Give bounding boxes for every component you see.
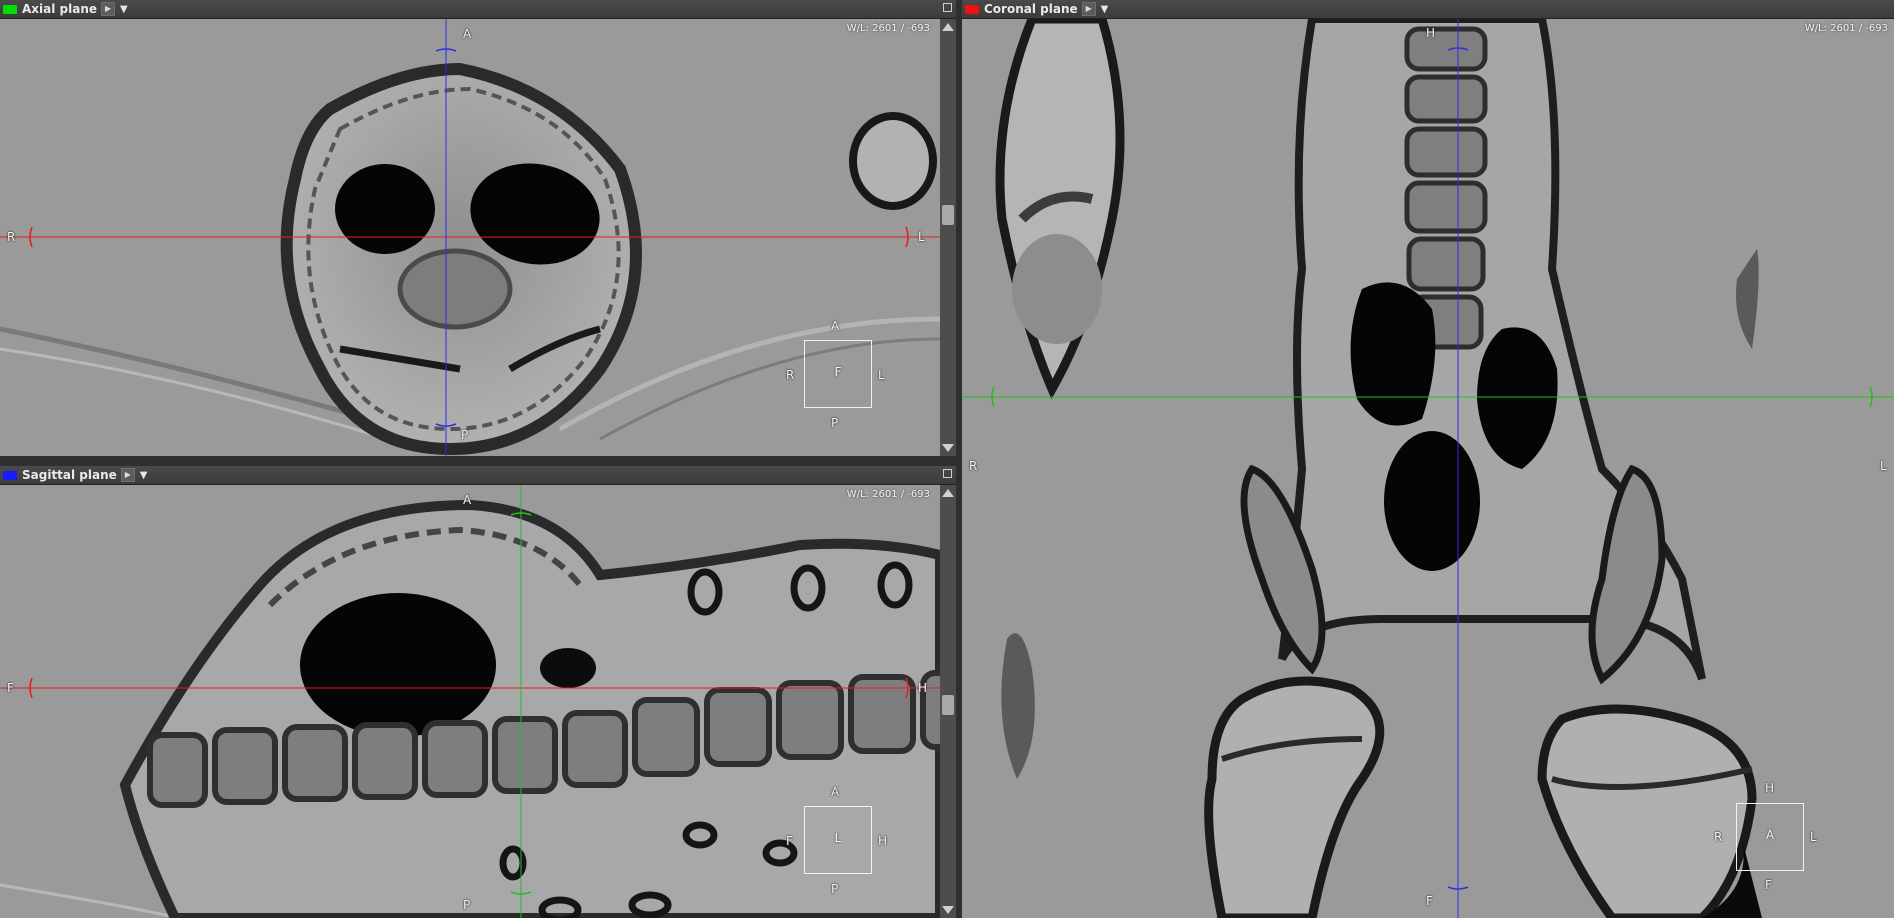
coronal-cavity-left [1350, 282, 1436, 426]
chevron-down-icon[interactable]: ▼ [140, 470, 148, 481]
sagittal-cube-top: A [831, 785, 840, 799]
chevron-down-icon[interactable]: ▼ [1101, 4, 1109, 15]
play-arrow-icon[interactable]: ▶ [101, 2, 116, 16]
sagittal-image [0, 485, 940, 918]
maximize-icon[interactable] [943, 3, 952, 12]
scroll-up-icon[interactable] [942, 23, 954, 31]
coronal-viewport[interactable]: Coronal plane ▶ ▼ W/L: 2601 / -693 H F R… [962, 0, 1894, 918]
coronal-color-swatch [965, 4, 979, 14]
axial-label-top: A [463, 27, 472, 41]
coronal-femur-left [1204, 676, 1385, 918]
sagittal-orientation-cube[interactable]: L [804, 806, 872, 874]
coronal-cube-right: L [1810, 830, 1817, 844]
coronal-cube-top: H [1765, 781, 1775, 795]
coronal-femur-right [1537, 704, 1757, 918]
sagittal-window-level: W/L: 2601 / -693 [846, 489, 930, 500]
axial-header: Axial plane ▶ ▼ [0, 0, 956, 19]
sagittal-title: Sagittal plane [22, 468, 117, 482]
axial-limb-section [849, 112, 937, 210]
sagittal-scroll-thumb[interactable] [942, 695, 954, 715]
coronal-cube-face: A [1765, 828, 1775, 842]
sagittal-label-left: F [7, 681, 14, 695]
axial-orientation-cube[interactable]: F [804, 340, 872, 408]
coronal-label-bottom: F [1426, 894, 1433, 908]
sagittal-viewport[interactable]: Sagittal plane ▶ ▼ W/L: 2601 / -693 A P … [0, 466, 956, 918]
axial-image [0, 19, 940, 456]
axial-viewport[interactable]: Axial plane ▶ ▼ W/L: 2601 / -693 A P R L… [0, 0, 956, 456]
axial-cube-right: L [878, 368, 885, 382]
axial-label-right: L [918, 230, 925, 244]
coronal-cube-left: R [1714, 830, 1723, 844]
play-arrow-icon[interactable]: ▶ [120, 468, 135, 482]
coronal-label-top: H [1426, 26, 1436, 40]
coronal-title: Coronal plane [984, 2, 1078, 16]
horizontal-splitter[interactable] [0, 456, 956, 466]
maximize-icon[interactable] [943, 469, 952, 478]
sagittal-cube-right: H [878, 834, 888, 848]
axial-scrollbar[interactable] [940, 19, 956, 456]
scroll-down-icon[interactable] [942, 444, 954, 452]
axial-vertebra [397, 248, 513, 330]
coronal-cube-bottom: F [1765, 878, 1772, 892]
axial-cube-left: R [786, 368, 795, 382]
sagittal-color-swatch [3, 470, 17, 480]
sagittal-header: Sagittal plane ▶ ▼ [0, 466, 956, 485]
scroll-down-icon[interactable] [942, 906, 954, 914]
coronal-header: Coronal plane ▶ ▼ [962, 0, 1894, 19]
scroll-up-icon[interactable] [942, 489, 954, 497]
coronal-label-left: R [969, 459, 978, 473]
coronal-orientation-cube[interactable]: A [1736, 803, 1804, 871]
coronal-window-level: W/L: 2601 / -693 [1804, 23, 1888, 34]
axial-label-left: R [7, 230, 16, 244]
sagittal-cube-bottom: P [831, 882, 839, 896]
axial-color-swatch [3, 4, 17, 14]
axial-image-canvas[interactable]: W/L: 2601 / -693 A P R L A P R L F [0, 19, 956, 456]
chevron-down-icon[interactable]: ▼ [120, 4, 128, 15]
sagittal-cavity [300, 593, 496, 737]
axial-cube-bottom: P [831, 416, 839, 430]
coronal-cavity-center [1384, 431, 1480, 571]
axial-title: Axial plane [22, 2, 98, 16]
axial-window-level: W/L: 2601 / -693 [846, 23, 930, 34]
axial-cube-top: A [831, 319, 840, 333]
play-arrow-icon[interactable]: ▶ [1081, 2, 1096, 16]
axial-cube-face: F [834, 365, 842, 379]
sagittal-image-canvas[interactable]: W/L: 2601 / -693 A P F H A P F H L [0, 485, 956, 918]
sagittal-scrollbar[interactable] [940, 485, 956, 918]
sagittal-label-top: A [463, 493, 472, 507]
sagittal-label-right: H [918, 681, 928, 695]
coronal-image [962, 19, 1894, 918]
axial-cavity-left [335, 164, 435, 254]
sagittal-cube-face: L [834, 831, 842, 845]
axial-label-bottom: P [461, 428, 469, 442]
axial-scroll-thumb[interactable] [942, 205, 954, 225]
mpr-viewer: Axial plane ▶ ▼ W/L: 2601 / -693 A P R L… [0, 0, 1894, 918]
coronal-image-canvas[interactable]: W/L: 2601 / -693 H F R L H F R L A [962, 19, 1894, 918]
sagittal-label-bottom: P [463, 898, 471, 912]
sagittal-cube-left: F [786, 834, 793, 848]
coronal-label-right: L [1880, 459, 1887, 473]
